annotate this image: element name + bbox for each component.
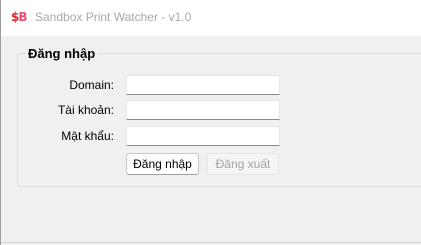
window-bottom-border [1, 242, 421, 243]
domain-input[interactable] [126, 75, 280, 95]
account-input[interactable] [126, 100, 280, 120]
title-bar[interactable]: $B Sandbox Print Watcher - v1.0 [1, 0, 421, 36]
account-label: Tài khoản: [57, 103, 114, 117]
password-input[interactable] [126, 126, 280, 146]
sandbox-logo-icon: $B [11, 10, 28, 24]
app-window: $B Sandbox Print Watcher - v1.0 Đăng nhậ… [0, 0, 421, 245]
password-label: Mật khẩu: [61, 129, 114, 143]
window-title: Sandbox Print Watcher - v1.0 [35, 10, 192, 24]
domain-label: Domain: [69, 78, 114, 92]
login-group-title: Đăng nhập [26, 46, 98, 62]
logout-button[interactable]: Đăng xuất [207, 153, 279, 175]
login-button[interactable]: Đăng nhập [126, 153, 199, 175]
